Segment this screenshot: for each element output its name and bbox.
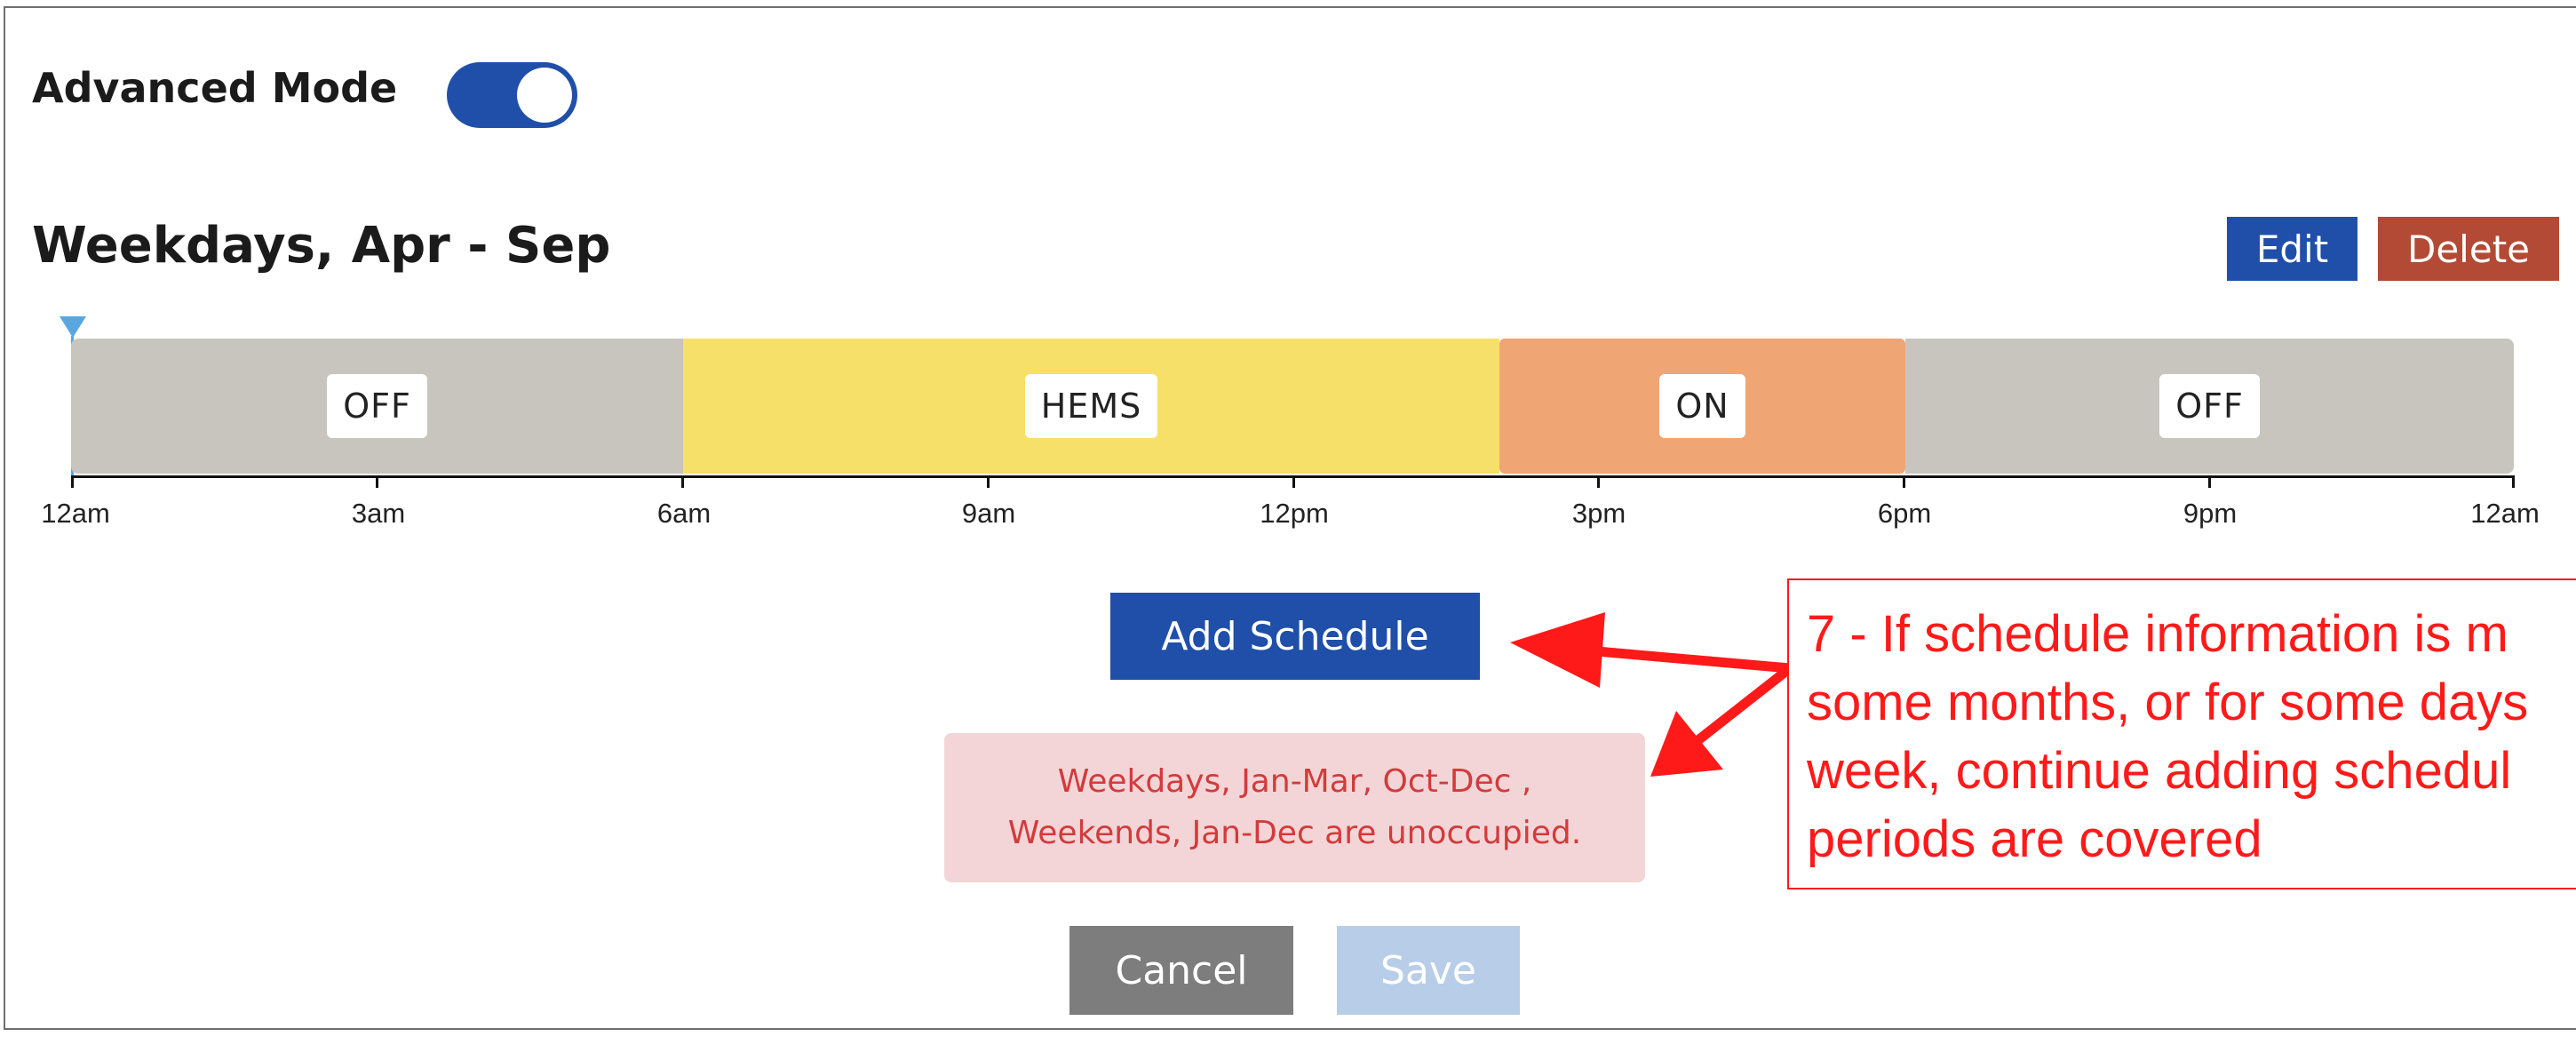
axis-tick-label: 12am [41, 498, 110, 529]
timeline-marker-icon[interactable] [60, 316, 86, 338]
toggle-knob [517, 68, 572, 123]
warning-line: Weekdays, Jan-Mar, Oct-Dec , [1057, 763, 1532, 800]
axis-tick [376, 475, 378, 488]
segment-label: OFF [2159, 374, 2260, 438]
delete-button[interactable]: Delete [2378, 217, 2559, 281]
advanced-mode-toggle[interactable] [447, 62, 577, 128]
warning-line: Weekends, Jan-Dec are unoccupied. [1007, 815, 1582, 851]
axis-tick [1597, 475, 1600, 488]
add-schedule-button[interactable]: Add Schedule [1110, 593, 1480, 680]
edit-button[interactable]: Edit [2227, 217, 2357, 281]
axis-tick-label: 9am [961, 498, 1016, 529]
axis-tick-label: 6am [656, 498, 712, 529]
save-button[interactable]: Save [1337, 926, 1520, 1015]
segment-label: ON [1659, 374, 1745, 438]
timeline-segment-off-morning[interactable]: OFF [71, 339, 683, 474]
axis-tick [2208, 475, 2211, 488]
axis-tick-label: 3am [351, 498, 406, 529]
axis-tick [2512, 475, 2515, 488]
axis-tick-label: 6pm [1877, 498, 1932, 529]
annotation-callout: 7 - If schedule information is m some mo… [1787, 578, 2576, 889]
cancel-button[interactable]: Cancel [1069, 926, 1293, 1015]
unoccupied-warning: Weekdays, Jan-Mar, Oct-Dec , Weekends, J… [944, 733, 1645, 882]
axis-tick [987, 475, 990, 488]
axis-tick-label: 3pm [1571, 498, 1626, 529]
axis-tick [1292, 475, 1295, 488]
timeline-segment-hems[interactable]: HEMS [683, 339, 1499, 474]
axis-tick-label: 9pm [2182, 498, 2238, 529]
segment-label: OFF [327, 374, 427, 438]
timeline-segment-on[interactable]: ON [1499, 339, 1905, 474]
axis-tick [71, 475, 74, 488]
axis-tick-label: 12am [2470, 498, 2540, 529]
schedule-title: Weekdays, Apr - Sep [32, 217, 611, 275]
advanced-mode-label: Advanced Mode [32, 64, 398, 112]
axis-tick [681, 475, 684, 488]
timeline-segment-off-evening[interactable]: OFF [1905, 339, 2514, 474]
segment-label: HEMS [1024, 374, 1158, 438]
axis-tick [1903, 475, 1905, 488]
axis-tick-label: 12pm [1260, 498, 1329, 529]
